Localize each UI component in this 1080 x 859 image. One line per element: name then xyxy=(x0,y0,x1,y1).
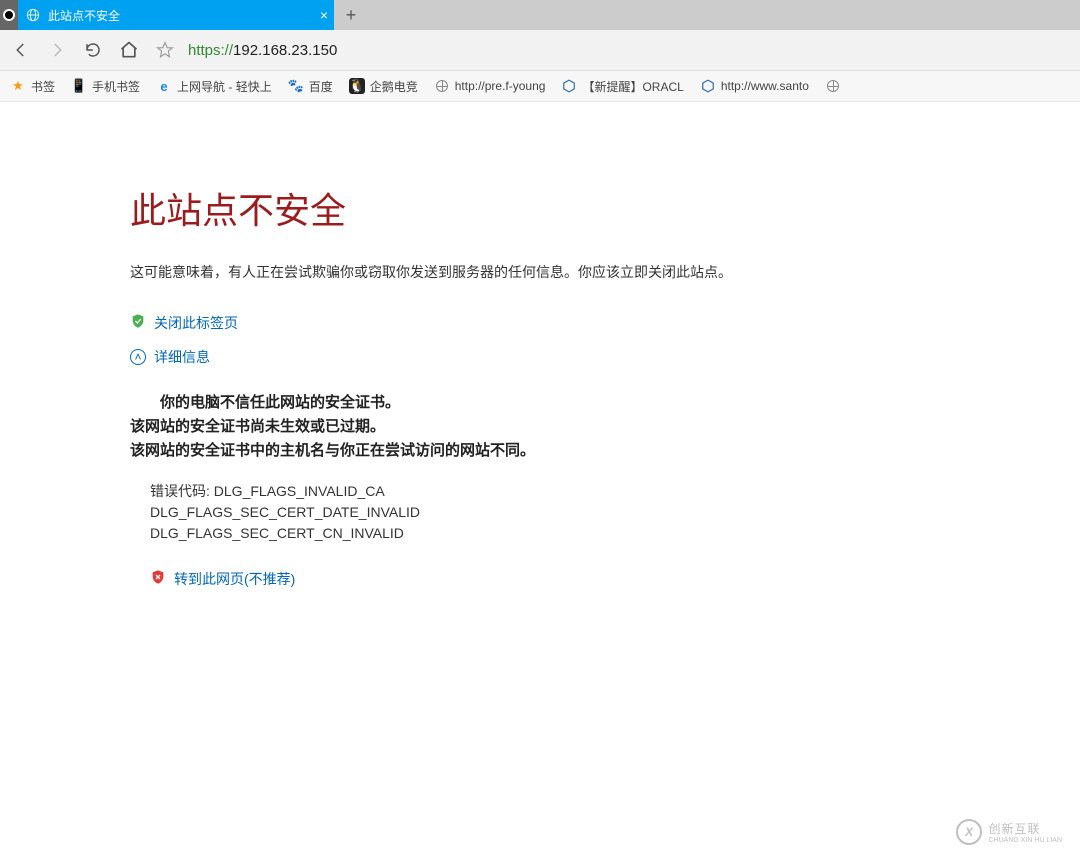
bookmark-label: 企鹅电竞 xyxy=(370,78,418,95)
page-content: 此站点不安全 这可能意味着，有人正在尝试欺骗你或窃取你发送到服务器的任何信息。你… xyxy=(0,102,1080,589)
bookmark-label: 书签 xyxy=(31,78,55,95)
bookmark-baidu[interactable]: 🐾 百度 xyxy=(288,78,333,95)
url-scheme: https:// xyxy=(188,42,233,59)
url-input[interactable]: https://192.168.23.150 xyxy=(188,42,1072,59)
globe-icon xyxy=(26,8,40,22)
address-bar-row: https://192.168.23.150 xyxy=(0,30,1080,71)
forward-button[interactable] xyxy=(44,37,70,63)
error-line-2: DLG_FLAGS_SEC_CERT_DATE_INVALID xyxy=(150,502,1080,523)
close-tab-label: 关闭此标签页 xyxy=(154,313,238,333)
bookmark-nav[interactable]: e 上网导航 - 轻快上 xyxy=(156,78,272,95)
home-button[interactable] xyxy=(116,37,142,63)
close-tab-icon[interactable]: × xyxy=(320,8,328,22)
shield-check-icon xyxy=(130,312,146,333)
bookmark-pre[interactable]: http://pre.f-young xyxy=(434,78,546,94)
detail-line-3: 该网站的安全证书中的主机名与你正在尝试访问的网站不同。 xyxy=(130,439,1080,463)
globe-icon xyxy=(434,78,450,94)
bookmark-santo[interactable]: http://www.santo xyxy=(700,78,809,94)
chevron-up-icon: ˄ xyxy=(130,349,146,365)
new-tab-button[interactable]: + xyxy=(334,0,368,30)
bookmark-label: 手机书签 xyxy=(92,78,140,95)
tab-title: 此站点不安全 xyxy=(48,7,120,24)
error-codes: 错误代码: DLG_FLAGS_INVALID_CA DLG_FLAGS_SEC… xyxy=(130,481,1080,544)
proceed-label: 转到此网页(不推荐) xyxy=(174,569,295,589)
bookmark-oracle[interactable]: 【新提醒】ORACL xyxy=(561,78,683,95)
cube-icon xyxy=(561,78,577,94)
shield-x-icon xyxy=(150,568,166,589)
e-icon: e xyxy=(156,78,172,94)
browser-logo xyxy=(0,0,18,30)
bookmark-label: 百度 xyxy=(309,78,333,95)
star-icon: ★ xyxy=(10,78,26,94)
cube-icon xyxy=(700,78,716,94)
detail-line-1: 你的电脑不信任此网站的安全证书。 xyxy=(130,391,1080,415)
bookmark-main[interactable]: ★ 书签 xyxy=(10,78,55,95)
globe-icon xyxy=(825,78,841,94)
reload-button[interactable] xyxy=(80,37,106,63)
watermark: X 创新互联 CHUANG XIN HU LIAN xyxy=(956,819,1062,845)
penguin-icon: 🐧 xyxy=(349,78,365,94)
watermark-text: 创新互联 CHUANG XIN HU LIAN xyxy=(988,820,1062,844)
active-tab[interactable]: 此站点不安全 × xyxy=(18,0,334,30)
details-link[interactable]: ˄ 详细信息 xyxy=(130,347,1080,367)
close-tab-link[interactable]: 关闭此标签页 xyxy=(130,312,1080,333)
details-block: 你的电脑不信任此网站的安全证书。 该网站的安全证书尚未生效或已过期。 该网站的安… xyxy=(130,391,1080,463)
paw-icon: 🐾 xyxy=(288,78,304,94)
watermark-logo-icon: X xyxy=(956,819,982,845)
error-line-1: 错误代码: DLG_FLAGS_INVALID_CA xyxy=(150,481,1080,502)
tab-row: 此站点不安全 × + xyxy=(0,0,1080,30)
bookmark-label: 上网导航 - 轻快上 xyxy=(177,78,272,95)
warning-subtext: 这可能意味着，有人正在尝试欺骗你或窃取你发送到服务器的任何信息。你应该立即关闭此… xyxy=(130,262,1080,282)
bookmark-label: http://pre.f-young xyxy=(455,79,546,93)
bookmark-more[interactable] xyxy=(825,78,841,94)
page-heading: 此站点不安全 xyxy=(130,182,1080,234)
detail-line-2: 该网站的安全证书尚未生效或已过期。 xyxy=(130,415,1080,439)
bookmark-qie[interactable]: 🐧 企鹅电竞 xyxy=(349,78,418,95)
browser-chrome: 此站点不安全 × + https://192.168.23.150 ★ 书签 📱 手… xyxy=(0,0,1080,102)
bookmark-label: http://www.santo xyxy=(721,79,809,93)
bookmarks-bar: ★ 书签 📱 手机书签 e 上网导航 - 轻快上 🐾 百度 🐧 企鹅电竞 http://p… xyxy=(0,71,1080,102)
phone-icon: 📱 xyxy=(71,78,87,94)
proceed-link[interactable]: 转到此网页(不推荐) xyxy=(130,568,1080,589)
back-button[interactable] xyxy=(8,37,34,63)
bookmark-mobile[interactable]: 📱 手机书签 xyxy=(71,78,140,95)
favorite-star-icon[interactable] xyxy=(152,37,178,63)
url-host: 192.168.23.150 xyxy=(233,42,337,59)
error-line-3: DLG_FLAGS_SEC_CERT_CN_INVALID xyxy=(150,523,1080,544)
details-label: 详细信息 xyxy=(154,347,210,367)
bookmark-label: 【新提醒】ORACL xyxy=(582,78,683,95)
